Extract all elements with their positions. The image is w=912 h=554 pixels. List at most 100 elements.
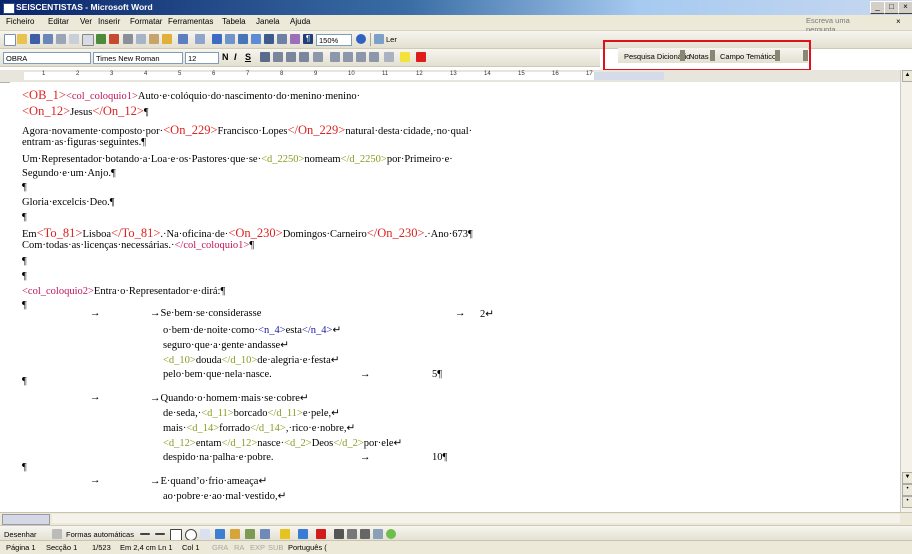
email-icon[interactable] <box>56 34 66 44</box>
align-left-icon[interactable] <box>260 52 270 62</box>
horizontal-scroll-track[interactable] <box>52 514 900 523</box>
document-line[interactable]: ¶ <box>22 182 27 193</box>
dash-style-icon[interactable] <box>347 529 357 539</box>
wordart-icon[interactable] <box>215 529 225 539</box>
fill-color-icon[interactable] <box>280 529 290 539</box>
align-center-icon[interactable] <box>273 52 283 62</box>
document-line[interactable]: ao·pobre·e·ao·mal·vestido,↵ <box>163 490 286 502</box>
scroll-up-icon[interactable]: ▲ <box>902 70 912 82</box>
numbering-icon[interactable] <box>330 52 340 62</box>
redo-icon[interactable] <box>195 34 205 44</box>
zoom-select[interactable]: 150% <box>316 34 352 46</box>
justify-icon[interactable] <box>299 52 309 62</box>
status-extend[interactable]: EXP <box>250 543 265 552</box>
document-line[interactable]: Gloria·excelcis·Deo.¶ <box>22 197 115 208</box>
menu-inserir[interactable]: Inserir <box>98 17 120 26</box>
menu-tabela[interactable]: Tabela <box>222 17 246 26</box>
print-icon[interactable] <box>69 34 79 44</box>
textbox-icon[interactable] <box>200 529 210 539</box>
show-hide-pilcrow-icon[interactable]: ¶ <box>303 34 313 44</box>
line-icon[interactable] <box>140 533 150 535</box>
previous-page-icon[interactable]: • <box>902 484 912 496</box>
font-color-draw-icon[interactable] <box>316 529 326 539</box>
document-line[interactable]: Com·todas·as·licenças·necessárias.·</col… <box>22 240 254 251</box>
autoshapes-button[interactable]: Formas automáticas <box>66 530 134 539</box>
bullets-icon[interactable] <box>343 52 353 62</box>
insert-excel-icon[interactable] <box>251 34 261 44</box>
line-color-icon[interactable] <box>298 529 308 539</box>
line-spacing-icon[interactable] <box>313 52 323 62</box>
document-line[interactable]: →E·quand’o·frio·ameaça↵ <box>150 475 267 487</box>
read-label[interactable]: Ler <box>386 35 397 44</box>
document-line[interactable]: <d_10>douda</d_10>de·alegria·e·festa↵ <box>163 354 340 366</box>
document-line[interactable]: mais·<d_14>forrado</d_14>,·rico·e·nobre,… <box>163 422 355 434</box>
menu-formatar[interactable]: Formatar <box>130 17 162 26</box>
format-painter-icon[interactable] <box>162 34 172 44</box>
document-line[interactable]: →Se·bem·se·considerasse <box>150 308 261 319</box>
document-map-icon[interactable] <box>290 34 300 44</box>
document-line[interactable]: entram·as·figuras·seguintes.¶ <box>22 137 146 148</box>
copy-icon[interactable] <box>136 34 146 44</box>
tables-borders-icon[interactable] <box>225 34 235 44</box>
decrease-indent-icon[interactable] <box>356 52 366 62</box>
open-icon[interactable] <box>17 34 27 44</box>
document-line[interactable]: pelo·bem·que·nela·nasce. <box>163 369 272 380</box>
vertical-scrollbar[interactable]: ▲ ▼ • • <box>900 70 912 512</box>
document-line[interactable]: <d_12>entam</d_12>nasce·<d_2>Deos</d_2>p… <box>163 437 402 449</box>
document-line[interactable]: de·seda,·<d_11>borcado</d_11>e·pele,↵ <box>163 407 340 419</box>
research-icon[interactable] <box>109 34 119 44</box>
increase-indent-icon[interactable] <box>369 52 379 62</box>
menu-ficheiro[interactable]: Ficheiro <box>6 17 34 26</box>
view-buttons[interactable] <box>2 514 50 525</box>
menu-editar[interactable]: Editar <box>48 17 69 26</box>
shadow-icon[interactable] <box>373 529 383 539</box>
document-line[interactable]: <col_coloquio2>Entra·o·Representador·e·d… <box>22 286 225 297</box>
status-overtype[interactable]: SUB <box>268 543 283 552</box>
maximize-button[interactable]: □ <box>884 1 899 14</box>
style-select[interactable]: OBRA <box>3 52 91 64</box>
document-line[interactable]: o·bem·de·noite·como·<n_4>esta</n_4>↵ <box>163 324 341 336</box>
help-icon[interactable] <box>356 34 366 44</box>
font-size-select[interactable]: 12 <box>185 52 219 64</box>
document-line[interactable]: ¶ <box>22 271 27 282</box>
document-line[interactable]: Segundo·e·um·Anjo.¶ <box>22 168 116 179</box>
menu-janela[interactable]: Janela <box>256 17 280 26</box>
menu-ajuda[interactable]: Ajuda <box>290 17 310 26</box>
document-line[interactable]: ¶ <box>22 300 27 311</box>
save-icon[interactable] <box>30 34 40 44</box>
arrow-style-icon[interactable] <box>360 529 370 539</box>
document-line[interactable]: despido·na·palha·e·pobre. <box>163 452 274 463</box>
scroll-down-icon[interactable]: ▼ <box>902 472 912 484</box>
permission-icon[interactable] <box>43 34 53 44</box>
undo-icon[interactable] <box>178 34 188 44</box>
insert-table-icon[interactable] <box>238 34 248 44</box>
line-style-icon[interactable] <box>334 529 344 539</box>
document-line[interactable]: Agora·novamente·composto·por·<On_229>Fra… <box>22 123 472 138</box>
document-line[interactable]: ¶ <box>22 212 27 223</box>
status-track-changes[interactable]: RA <box>234 543 244 552</box>
cut-icon[interactable] <box>123 34 133 44</box>
read-icon[interactable] <box>374 34 384 44</box>
italic-button[interactable]: I <box>234 52 237 62</box>
horizontal-scrollbar[interactable] <box>0 512 912 525</box>
document-line[interactable]: Em<To_81>Lisboa</To_81>.·Na·oficina·de·<… <box>22 226 473 241</box>
document-line[interactable]: →Quando·o·homem·mais·se·cobre↵ <box>150 392 309 404</box>
close-document-button[interactable]: × <box>896 17 901 26</box>
status-macro-record[interactable]: GRA <box>212 543 228 552</box>
paste-icon[interactable] <box>149 34 159 44</box>
font-select[interactable]: Times New Roman <box>93 52 183 64</box>
highlight-icon[interactable] <box>400 52 410 62</box>
document-line[interactable]: seguro·que·a·gente·andasse↵ <box>163 339 289 351</box>
help-search-input[interactable]: Escreva uma pergunta <box>806 16 880 34</box>
picture-icon[interactable] <box>260 529 270 539</box>
document-line[interactable]: <On_12>Jesus</On_12>¶ <box>22 104 149 119</box>
next-page-icon[interactable]: • <box>902 496 912 508</box>
borders-icon[interactable] <box>384 52 394 62</box>
document-line[interactable]: <OB_1><col_coloquio1>Auto·e·colóquio·do·… <box>22 88 360 103</box>
spelling-icon[interactable] <box>96 34 106 44</box>
font-color-icon[interactable] <box>416 52 426 62</box>
menu-ver[interactable]: Ver <box>80 17 92 26</box>
bold-button[interactable]: N <box>222 52 229 62</box>
underline-button[interactable]: S <box>245 52 251 62</box>
minimize-button[interactable]: _ <box>870 1 885 14</box>
